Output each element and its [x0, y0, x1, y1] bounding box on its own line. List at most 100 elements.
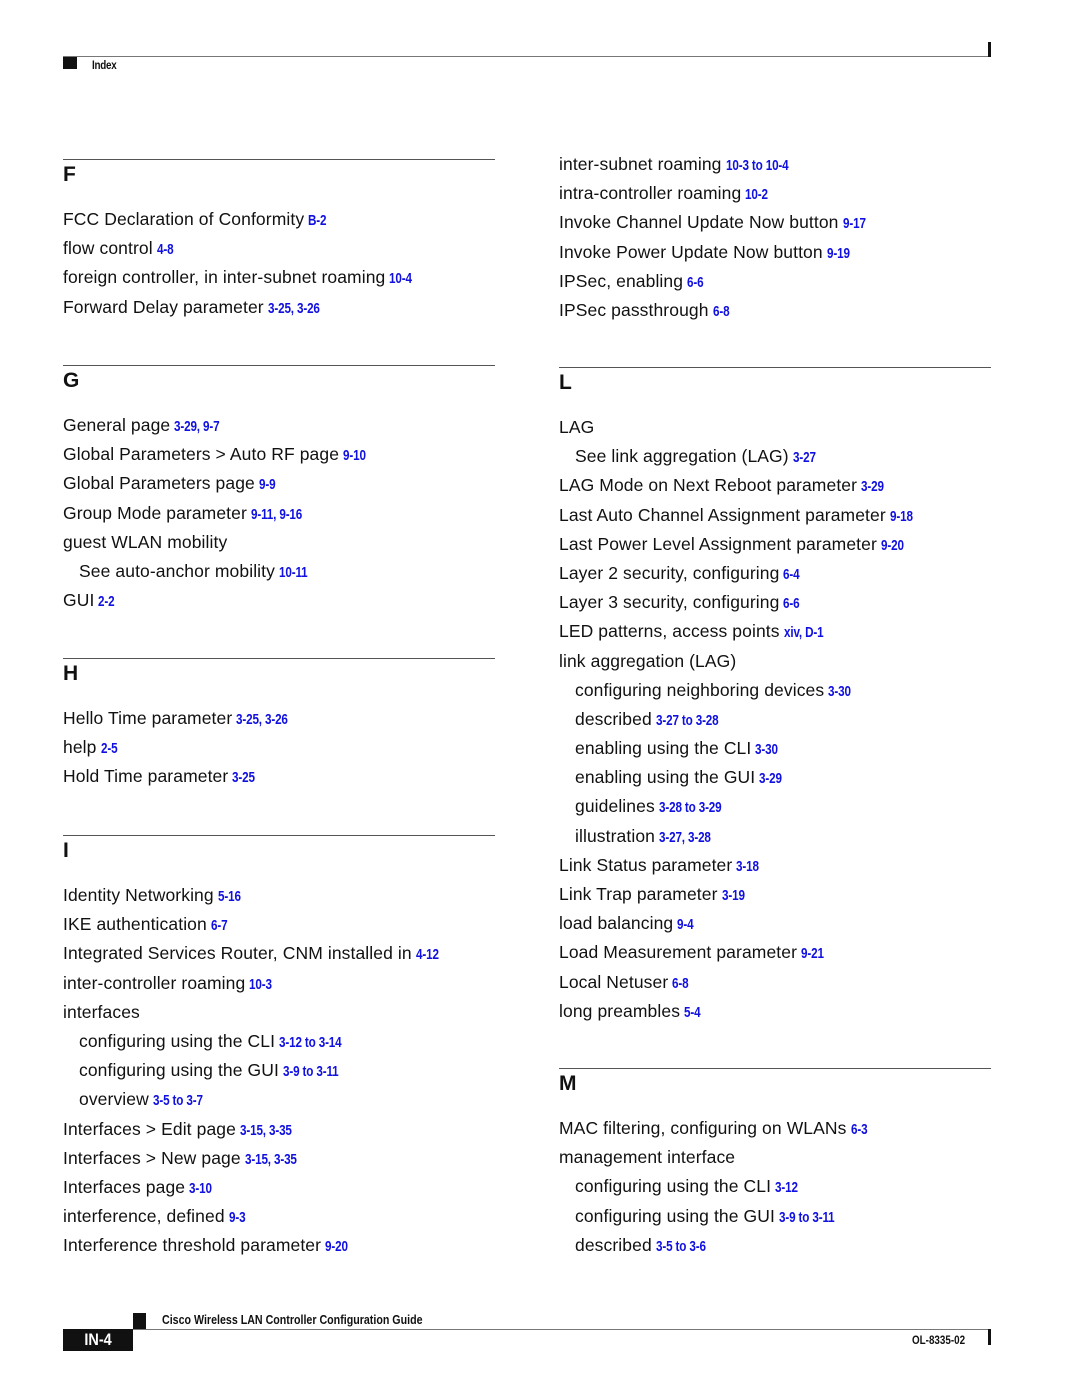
page-reference-link[interactable]: 6-7 [211, 911, 228, 940]
page-reference-link[interactable]: 9-4 [677, 910, 694, 939]
index-entry: Invoke Channel Update Now button 9-17 [559, 208, 991, 237]
page-reference-link[interactable]: 4-8 [157, 235, 174, 264]
entry-term: Identity Networking [63, 885, 214, 905]
index-entry: Invoke Power Update Now button 9-19 [559, 238, 991, 267]
section-rule [559, 367, 991, 368]
page-reference-link[interactable]: 9-10 [343, 441, 366, 470]
index-entry: MAC filtering, configuring on WLANs 6-3 [559, 1114, 991, 1143]
page-reference-link[interactable]: 9-17 [843, 209, 866, 238]
page-reference-link[interactable]: 3-5 to 3-7 [153, 1086, 203, 1115]
page-reference-link[interactable]: 3-9 to 3-11 [283, 1057, 339, 1086]
header-marker-block [63, 57, 77, 69]
page-reference-link[interactable]: 2-2 [98, 587, 115, 616]
page-reference-link[interactable]: 3-27, 3-28 [659, 823, 711, 852]
entry-term: illustration [575, 825, 655, 846]
document-number: OL-8335-02 [912, 1333, 966, 1347]
page-reference-link[interactable]: 6-8 [713, 297, 730, 326]
entry-term: configuring using the CLI [575, 1176, 772, 1197]
index-subentry: configuring using the GUI 3-9 to 3-11 [559, 1202, 991, 1231]
page-reference-link[interactable]: 3-12 to 3-14 [279, 1028, 342, 1057]
entry-term: IKE authentication [63, 914, 207, 935]
page-reference-link[interactable]: 3-19 [722, 881, 745, 910]
page-reference-link[interactable]: 9-3 [229, 1203, 246, 1232]
index-entry: General page 3-29, 9-7 [63, 411, 495, 440]
section-rule [63, 159, 495, 160]
page-reference-link[interactable]: 6-4 [783, 560, 800, 589]
page-reference-link[interactable]: 3-5 to 3-6 [656, 1232, 706, 1261]
page-reference-link[interactable]: 9-18 [890, 502, 913, 531]
index-entry: Layer 2 security, configuring 6-4 [559, 559, 991, 588]
page-reference-link[interactable]: 3-27 [793, 443, 816, 472]
footer-book-title: Cisco Wireless LAN Controller Configurat… [162, 1312, 423, 1327]
index-entry: LAG [559, 413, 991, 442]
index-subentry: configuring using the CLI 3-12 [559, 1172, 991, 1201]
page-reference-link[interactable]: 6-3 [851, 1115, 868, 1144]
entry-term: intra-controller roaming [559, 183, 742, 204]
index-subentry: configuring using the GUI 3-9 to 3-11 [63, 1056, 495, 1085]
page-reference-link[interactable]: 3-29, 9-7 [174, 412, 220, 441]
page-reference-link[interactable]: 3-12 [775, 1173, 798, 1202]
page-reference-link[interactable]: 3-15, 3-35 [240, 1116, 292, 1145]
page-reference-link[interactable]: xiv, D-1 [784, 618, 824, 647]
page-reference-link[interactable]: 3-9 to 3-11 [779, 1203, 835, 1232]
entry-term: Last Power Level Assignment parameter [559, 533, 877, 554]
index-entry: Last Power Level Assignment parameter 9-2… [559, 530, 991, 559]
index-entry: Global Parameters > Auto RF page 9-10 [63, 440, 495, 469]
index-entry: inter-subnet roaming 10-3 to 10-4 [559, 150, 991, 179]
index-subentry: See auto-anchor mobility 10-11 [63, 557, 495, 586]
page-reference-link[interactable]: 6-8 [672, 969, 689, 998]
page-reference-link[interactable]: 3-28 to 3-29 [659, 793, 722, 822]
entry-term: long preambles [559, 1000, 681, 1021]
page-reference-link[interactable]: 9-20 [881, 531, 904, 560]
page-reference-link[interactable]: 10-11 [279, 558, 308, 587]
page-reference-link[interactable]: 9-19 [827, 239, 850, 268]
page-reference-link[interactable]: 3-10 [189, 1174, 212, 1203]
index-entry: Interfaces > Edit page 3-15, 3-35 [63, 1115, 495, 1144]
page-reference-link[interactable]: 9-11, 9-16 [251, 500, 302, 529]
page-reference-link[interactable]: 5-4 [684, 998, 701, 1027]
page-reference-link[interactable]: 3-29 [759, 764, 782, 793]
entry-term: Invoke Power Update Now button [559, 241, 823, 262]
entry-term: See link aggregation (LAG) [575, 446, 789, 467]
running-header: Index [92, 58, 117, 72]
entry-term: Last Auto Channel Assignment parameter [559, 504, 886, 525]
page-reference-link[interactable]: 3-18 [736, 852, 759, 881]
page-reference-link[interactable]: 9-21 [801, 939, 824, 968]
index-section-l: L LAG See link aggregation (LAG) 3-27 LAG Mo… [559, 367, 991, 1026]
page-reference-link[interactable]: 10-3 to 10-4 [726, 151, 789, 180]
entry-term: Interference threshold parameter [63, 1235, 322, 1256]
section-letter: I [63, 839, 69, 862]
index-entry: Interfaces > New page 3-15, 3-35 [63, 1144, 495, 1173]
page-reference-link[interactable]: B-2 [308, 206, 327, 235]
page-reference-link[interactable]: 6-6 [783, 589, 800, 618]
index-entry: Global Parameters page 9-9 [63, 469, 495, 498]
page-reference-link[interactable]: 4-12 [416, 940, 439, 969]
page-reference-link[interactable]: 10-4 [389, 264, 412, 293]
section-rule [63, 835, 495, 836]
entry-term: foreign controller, in inter-subnet roam… [63, 267, 386, 288]
page-reference-link[interactable]: 5-16 [218, 882, 241, 911]
entry-term: IPSec passthrough [559, 299, 709, 320]
page-reference-link[interactable]: 3-15, 3-35 [245, 1145, 297, 1174]
entry-term: See auto-anchor mobility [79, 560, 275, 581]
page-reference-link[interactable]: 3-29 [861, 472, 884, 501]
page-reference-link[interactable]: 9-9 [259, 470, 276, 499]
page-reference-link[interactable]: 10-3 [249, 970, 272, 999]
page-reference-link[interactable]: 3-25, 3-26 [268, 294, 320, 323]
page-number-badge: IN-4 [63, 1329, 133, 1351]
index-section-g: G General page 3-29, 9-7 Global Parameters … [63, 365, 495, 615]
page-reference-link[interactable]: 6-6 [687, 268, 704, 297]
index-entry: Last Auto Channel Assignment parameter 9-… [559, 501, 991, 530]
page-reference-link[interactable]: 3-27 to 3-28 [656, 706, 719, 735]
page-reference-link[interactable]: 3-25 [232, 763, 255, 792]
page-reference-link[interactable]: 9-20 [325, 1232, 348, 1261]
page-reference-link[interactable]: 3-25, 3-26 [236, 705, 288, 734]
page-reference-link[interactable]: 2-5 [101, 734, 118, 763]
page-reference-link[interactable]: 3-30 [828, 677, 851, 706]
index-entry: Link Status parameter 3-18 [559, 851, 991, 880]
page-reference-link[interactable]: 3-30 [755, 735, 778, 764]
index-section-h: H Hello Time parameter 3-25, 3-26 help 2-5 Ho… [63, 658, 495, 792]
entry-term: Layer 3 security, configuring [559, 592, 780, 613]
page-reference-link[interactable]: 10-2 [745, 180, 768, 209]
index-subentry: configuring using the CLI 3-12 to 3-14 [63, 1027, 495, 1056]
